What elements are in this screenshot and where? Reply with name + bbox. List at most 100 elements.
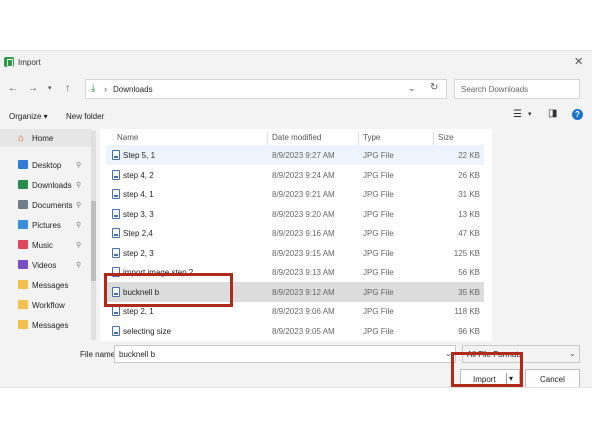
- address-bar[interactable]: ⤓ › Downloads ⌄ ↻: [85, 79, 447, 99]
- column-divider[interactable]: [433, 131, 434, 145]
- file-date: 8/9/2023 9:16 AM: [272, 229, 335, 238]
- pin-icon: ⚲: [76, 262, 82, 269]
- file-size: 47 KB: [458, 229, 480, 238]
- file-row[interactable]: step 4, 1 8/9/2023 9:21 AM JPG File 31 KB: [106, 184, 484, 204]
- file-name: step 2, 1: [123, 307, 154, 316]
- close-icon[interactable]: ✕: [574, 55, 583, 68]
- cancel-button-label: Cancel: [540, 375, 565, 384]
- sidebar-item-label: Downloads: [32, 181, 72, 190]
- organize-button[interactable]: Organize ▾: [9, 112, 48, 121]
- downloads-icon: [18, 180, 28, 189]
- file-row[interactable]: step 3, 3 8/9/2023 9:20 AM JPG File 13 KB: [106, 204, 484, 224]
- file-type: JPG File: [363, 170, 394, 180]
- sidebar-item[interactable]: Pictures ⚲: [18, 217, 90, 235]
- cancel-button[interactable]: Cancel: [525, 369, 580, 387]
- file-row[interactable]: Step 5, 1 8/9/2023 9:27 AM JPG File 22 KB: [106, 145, 484, 165]
- file-size: 125 KB: [453, 248, 480, 258]
- breadcrumb-downloads[interactable]: Downloads: [113, 85, 153, 94]
- file-name: selecting size: [123, 326, 172, 336]
- chevron-down-icon[interactable]: ⌄: [408, 83, 416, 94]
- file-name: step 3, 3: [123, 209, 154, 219]
- sidebar-item-label: Desktop: [32, 161, 62, 170]
- preview-area: [492, 129, 592, 341]
- column-header-size[interactable]: Size: [438, 133, 454, 142]
- column-divider[interactable]: [267, 131, 268, 145]
- file-row[interactable]: selecting size 8/9/2023 9:05 AM JPG File 96…: [106, 321, 484, 341]
- scrollbar-thumb[interactable]: [91, 201, 96, 281]
- title-bar: Import ✕: [0, 51, 592, 75]
- sidebar-item-label: Messages: [32, 281, 69, 290]
- view-options-chevron-icon[interactable]: ▾: [528, 110, 532, 118]
- view-list-icon[interactable]: ☰: [513, 109, 522, 120]
- up-arrow-icon[interactable]: ↑: [65, 83, 70, 94]
- sidebar-scrollbar[interactable]: [91, 131, 96, 340]
- file-name: Step 5, 1: [123, 151, 156, 160]
- column-header-type[interactable]: Type: [363, 133, 380, 142]
- file-row[interactable]: Step 2,4 8/9/2023 9:16 AM JPG File 47 KB: [106, 223, 484, 243]
- sidebar-item-home[interactable]: ⌂ Home: [0, 129, 92, 147]
- sidebar-item[interactable]: Desktop ⚲: [18, 157, 90, 175]
- search-placeholder: Search Downloads: [461, 85, 529, 94]
- column-header-name[interactable]: Name: [117, 133, 138, 142]
- navigation-pane: ⌂ Home Desktop ⚲ Downloads ⚲ Documents ⚲ Pictu…: [0, 129, 92, 341]
- file-type: JPG File: [363, 229, 394, 238]
- file-date: 8/9/2023 9:06 AM: [272, 307, 335, 316]
- window-title: Import: [18, 58, 41, 67]
- file-name: Step 2,4: [123, 229, 153, 238]
- sidebar-item-label: Workflow: [32, 301, 65, 310]
- image-file-icon: [112, 247, 120, 258]
- file-name: step 2, 3: [123, 248, 154, 258]
- file-date: 8/9/2023 9:24 AM: [272, 170, 335, 180]
- sidebar-item-label: Music: [32, 241, 53, 250]
- image-file-icon: [112, 306, 120, 316]
- sidebar-item[interactable]: Workflow: [18, 297, 90, 315]
- sidebar-item[interactable]: Documents ⚲: [18, 197, 90, 215]
- file-row[interactable]: step 4, 2 8/9/2023 9:24 AM JPG File 26 KB: [106, 165, 484, 185]
- column-header-date[interactable]: Date modified: [272, 133, 321, 142]
- recent-locations-icon[interactable]: ▾: [48, 84, 52, 92]
- folder-icon: [18, 300, 28, 309]
- search-input[interactable]: Search Downloads: [454, 79, 580, 99]
- file-type: JPG File: [363, 151, 394, 160]
- back-arrow-icon[interactable]: ←: [8, 83, 18, 94]
- file-name: step 4, 2: [123, 170, 154, 180]
- forward-arrow-icon[interactable]: →: [28, 83, 38, 94]
- file-size: 96 KB: [458, 326, 480, 336]
- sidebar-item-label: Home: [32, 134, 54, 143]
- image-file-icon: [112, 169, 120, 180]
- file-size: 13 KB: [458, 209, 480, 219]
- file-date: 8/9/2023 9:21 AM: [272, 190, 335, 199]
- import-dialog: Import ✕ ← → ▾ ↑ ⤓ › Downloads ⌄ ↻ Searc…: [0, 50, 592, 388]
- file-date: 8/9/2023 9:27 AM: [272, 151, 335, 160]
- file-date: 8/9/2023 9:12 AM: [272, 287, 335, 297]
- file-size: 22 KB: [458, 151, 480, 160]
- pin-icon: ⚲: [76, 242, 82, 249]
- sidebar-item-label: Documents: [32, 201, 73, 210]
- sidebar-item-label: Pictures: [32, 221, 61, 230]
- sidebar-item[interactable]: Videos ⚲: [18, 257, 90, 275]
- sidebar-item[interactable]: Messages: [18, 317, 90, 335]
- new-folder-button[interactable]: New folder: [66, 112, 104, 121]
- file-type: JPG File: [363, 307, 394, 316]
- file-row[interactable]: step 2, 3 8/9/2023 9:15 AM JPG File 125 KB: [106, 243, 484, 263]
- sidebar-item[interactable]: Downloads ⚲: [18, 177, 90, 195]
- videos-icon: [18, 260, 28, 269]
- sidebar-item[interactable]: Messages: [18, 277, 90, 295]
- file-name-input[interactable]: bucknell b ⌄: [114, 345, 456, 363]
- file-date: 8/9/2023 9:13 AM: [272, 268, 335, 277]
- image-file-icon: [112, 189, 120, 199]
- import-button-highlight-box: [451, 352, 523, 387]
- file-size: 35 KB: [458, 287, 480, 297]
- sidebar-item[interactable]: Music ⚲: [18, 237, 90, 255]
- pictures-icon: [18, 220, 28, 229]
- sidebar-item-label: Videos: [32, 261, 57, 270]
- file-date: 8/9/2023 9:20 AM: [272, 209, 335, 219]
- refresh-icon[interactable]: ↻: [430, 82, 438, 93]
- help-icon[interactable]: ?: [572, 109, 583, 120]
- preview-pane-icon[interactable]: ◨: [548, 108, 557, 119]
- sidebar-item-label: Messages: [32, 321, 69, 330]
- column-divider[interactable]: [358, 131, 359, 145]
- image-file-icon: [112, 208, 120, 219]
- downloads-icon: ⤓: [91, 83, 96, 94]
- image-file-icon: [112, 228, 120, 238]
